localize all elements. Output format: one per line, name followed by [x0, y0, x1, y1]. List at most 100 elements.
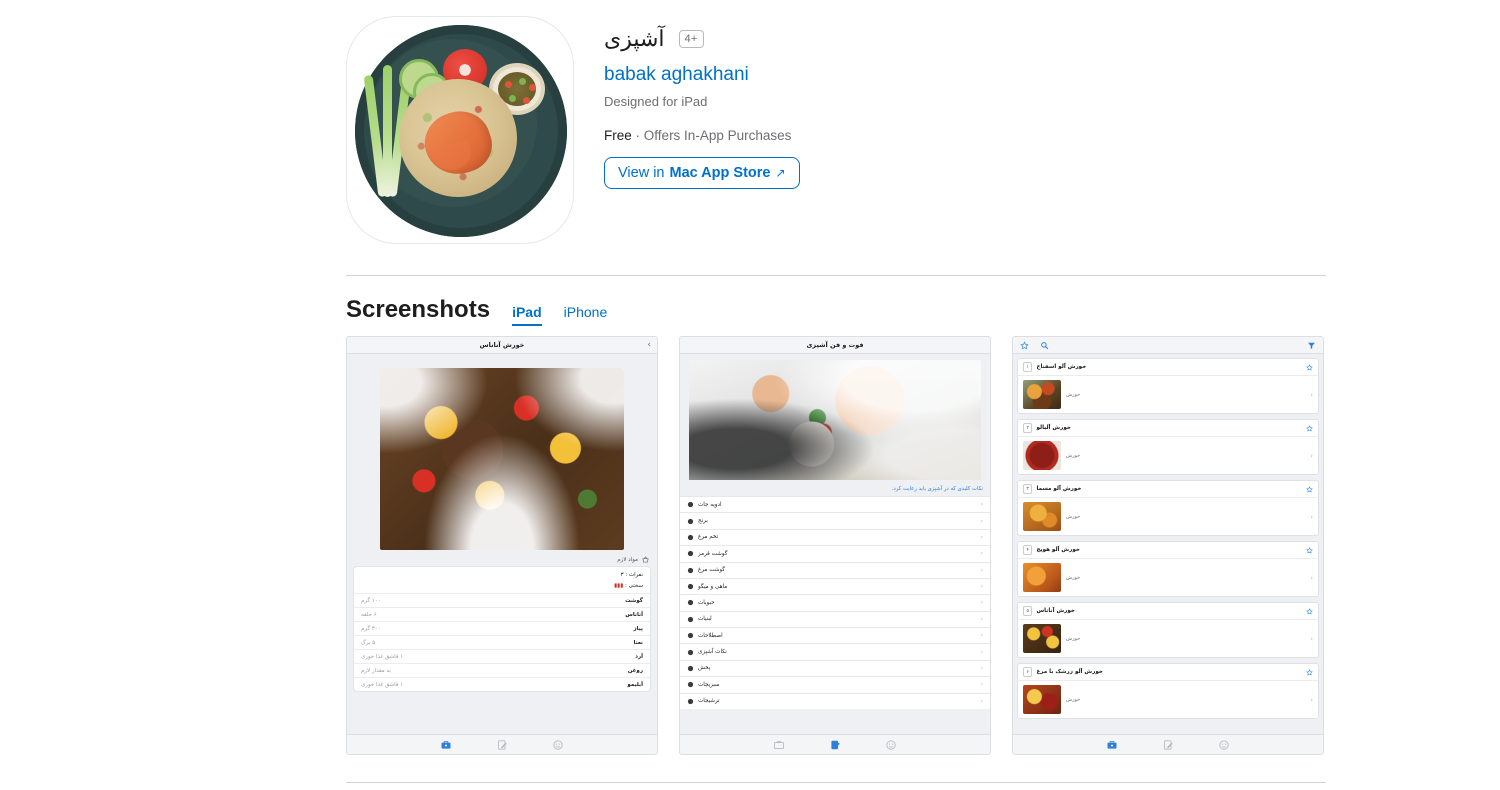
recipe-card-body: ‹ خورش	[1018, 437, 1318, 474]
recipe-thumbnail	[1023, 380, 1061, 409]
basket-icon	[642, 556, 649, 563]
briefcase-icon[interactable]	[772, 739, 786, 751]
recipe-card-body: ‹ خورش	[1018, 498, 1318, 535]
legume-icon	[687, 600, 694, 606]
chevron-right-icon: ›	[647, 340, 651, 350]
recipe-card-header: خورش آلبالو ۲	[1018, 420, 1318, 437]
view-in-mac-app-store-button[interactable]: View in Mac App Store ↗	[604, 157, 800, 189]
developer-link[interactable]: babak aghakhani	[604, 64, 800, 86]
recipe-card[interactable]: خورش آلو زرشک با مرغ ۶ ‹ خورش	[1017, 663, 1319, 719]
recipe-card[interactable]: خورش آناناس ۵ ‹ خورش	[1017, 602, 1319, 658]
chevron-left-icon: ‹	[980, 550, 983, 558]
recipe-card-body: ‹ خورش	[1018, 376, 1318, 413]
pickle-icon	[687, 698, 694, 704]
recipe-category: خورش	[1066, 696, 1081, 703]
screenshots-gallery: خورش آناناس › مواد لازم نفرات : ۳ سختی :…	[346, 336, 1324, 755]
list-icon	[687, 633, 694, 639]
star-icon[interactable]	[1306, 607, 1313, 615]
recipe-category: خورش	[1066, 452, 1081, 459]
chevron-left-icon: ‹	[980, 583, 983, 591]
screenshot-2[interactable]: فوت و فن آشپزی نکات کلیدی که در آشپزی با…	[679, 336, 991, 755]
chevron-left-icon: ‹	[980, 566, 983, 574]
ingredient-quantity: ۱۰۰ گرم	[361, 597, 381, 604]
chevron-left-icon: ‹	[1310, 390, 1313, 399]
note-edit-icon[interactable]	[828, 739, 842, 751]
ingredients-header: مواد لازم	[347, 550, 657, 566]
in-app-purchases-label: Offers In-App Purchases	[643, 128, 792, 143]
star-icon[interactable]	[1306, 546, 1313, 554]
rice-icon	[687, 518, 694, 524]
tips-category-row[interactable]: ‹ پخش	[680, 659, 990, 677]
recipe-name: خورش آلو زرشک با مرغ	[1036, 669, 1103, 675]
tips-category-row[interactable]: ‹ تخم مرغ	[680, 528, 990, 546]
recipe-card[interactable]: خورش آلو هویج ۴ ‹ خورش	[1017, 541, 1319, 597]
recipe-index-badge: ۴	[1023, 545, 1033, 555]
briefcase-icon[interactable]	[439, 739, 453, 751]
smiley-icon[interactable]	[884, 739, 898, 751]
tips-category-label: ادویه جات	[698, 501, 722, 508]
star-icon[interactable]	[1306, 363, 1313, 371]
ingredient-name: آبلیمو	[627, 681, 643, 688]
fish-icon	[687, 583, 694, 590]
recipe-card[interactable]: خورش آلو اسفناج ۱ ‹ خورش	[1017, 358, 1319, 414]
recipe-card-header: خورش آلو مسما ۳	[1018, 481, 1318, 498]
briefcase-icon[interactable]	[1105, 739, 1119, 751]
tips-category-row[interactable]: ‹ اصطلاحات	[680, 627, 990, 644]
screenshots-header: Screenshots iPad iPhone	[346, 296, 607, 326]
smiley-icon[interactable]	[1217, 739, 1231, 751]
ingredient-row: گوشت ۱۰۰ گرم	[354, 593, 650, 607]
tips-category-row[interactable]: ‹ حبوبات	[680, 594, 990, 611]
tips-category-row[interactable]: ‹ گوشت قرمز	[680, 545, 990, 562]
tips-category-row[interactable]: ‹ سبزیجات	[680, 676, 990, 693]
ingredients-card: نفرات : ۳ سختی : ▮▮▮ گوشت ۱۰۰ گرم آناناس ۶ …	[353, 566, 651, 692]
chevron-left-icon: ‹	[980, 517, 983, 525]
recipe-card-body: ‹ خورش	[1018, 559, 1318, 596]
chevron-left-icon: ‹	[980, 697, 983, 705]
tips-category-label-group: حبوبات	[687, 599, 715, 606]
tips-category-label: تخم مرغ	[698, 534, 719, 541]
screenshot-3[interactable]: خورش آلو اسفناج ۱ ‹ خورش خورش آلبالو ۲ ‹ خورش خو…	[1012, 336, 1324, 755]
tips-category-row[interactable]: ‹ نکات آشپزی	[680, 643, 990, 660]
tips-category-row[interactable]: ‹ لبنیات	[680, 610, 990, 627]
filter-icon[interactable]	[1307, 341, 1316, 350]
star-icon[interactable]	[1306, 485, 1313, 493]
tips-category-label: برنج	[698, 518, 708, 525]
note-edit-icon[interactable]	[495, 739, 509, 751]
screenshot-2-title: فوت و فن آشپزی	[806, 341, 864, 349]
ingredient-quantity: ۱ قاشق غذا خوری	[361, 653, 404, 660]
ingredient-quantity: به مقدار لازم	[361, 667, 391, 674]
chevron-left-icon: ‹	[1310, 573, 1313, 582]
smiley-icon[interactable]	[551, 739, 565, 751]
chef-photo	[689, 360, 981, 480]
star-icon[interactable]	[1306, 668, 1313, 676]
recipe-name: خورش آلبالو	[1036, 425, 1071, 431]
recipe-card-body: ‹ خورش	[1018, 681, 1318, 718]
recipe-card[interactable]: خورش آلو مسما ۳ ‹ خورش	[1017, 480, 1319, 536]
ingredients-label: مواد لازم	[617, 556, 638, 563]
tips-category-row[interactable]: ‹ برنج	[680, 512, 990, 529]
tips-category-row[interactable]: ‹ ادویه جات	[680, 496, 990, 513]
screenshot-1[interactable]: خورش آناناس › مواد لازم نفرات : ۳ سختی :…	[346, 336, 658, 755]
recipe-card[interactable]: خورش آلبالو ۲ ‹ خورش	[1017, 419, 1319, 475]
tips-category-row[interactable]: ‹ گوشت مرغ	[680, 561, 990, 578]
recipe-thumbnail	[1023, 624, 1061, 653]
star-icon[interactable]	[1020, 340, 1029, 350]
tips-category-row[interactable]: ‹ ترشیجات	[680, 692, 990, 709]
tab-iphone[interactable]: iPhone	[564, 304, 608, 324]
recipe-card-header: خورش آناناس ۵	[1018, 603, 1318, 620]
search-icon[interactable]	[1040, 341, 1049, 350]
meat-icon	[687, 551, 694, 557]
star-icon[interactable]	[1306, 424, 1313, 432]
tips-category-label: لبنیات	[698, 616, 712, 623]
chevron-left-icon: ‹	[980, 648, 983, 656]
tips-category-row[interactable]: ‹ ماهی و میگو	[680, 577, 990, 595]
tips-category-label-group: ترشیجات	[687, 698, 720, 705]
recipe-index-badge: ۶	[1023, 667, 1033, 677]
tab-ipad[interactable]: iPad	[512, 304, 542, 326]
recipe-name: خورش آلو مسما	[1036, 486, 1082, 492]
recipe-index-badge: ۳	[1023, 484, 1033, 494]
ingredient-row: آرد ۱ قاشق غذا خوری	[354, 649, 650, 663]
note-edit-icon[interactable]	[1161, 739, 1175, 751]
chevron-left-icon: ‹	[980, 501, 983, 509]
recipe-category: خورش	[1066, 391, 1081, 398]
